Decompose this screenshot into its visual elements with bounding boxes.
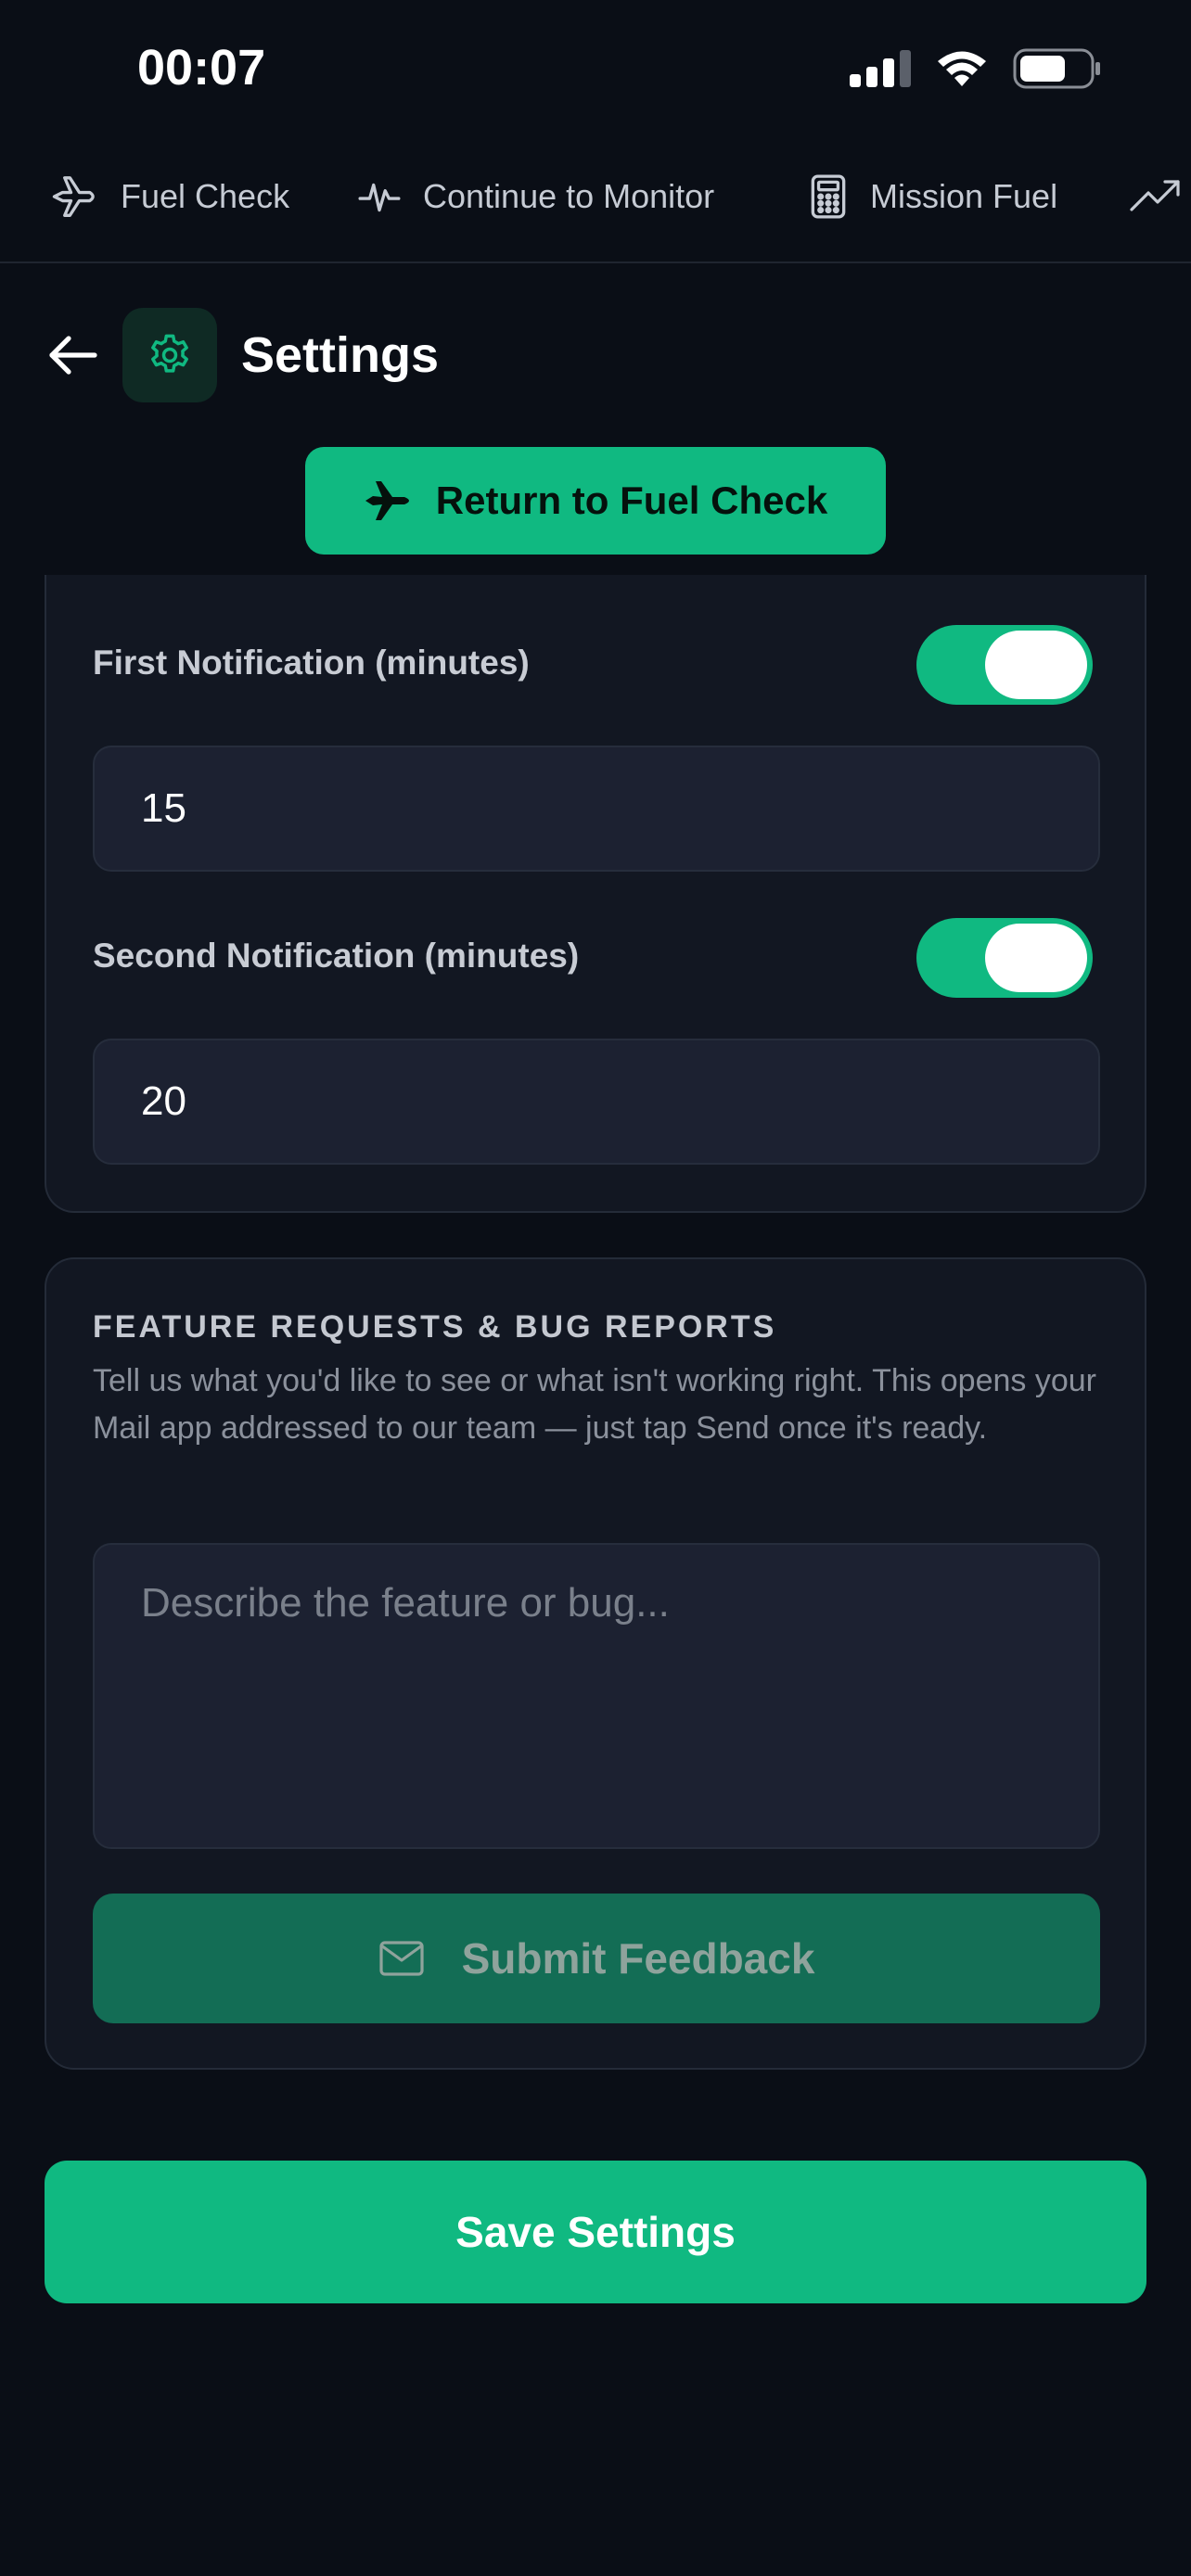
second-notification-label: Second Notification (minutes) — [93, 937, 580, 975]
first-notification-label: First Notification (minutes) — [93, 644, 530, 682]
save-settings-button[interactable]: Save Settings — [45, 2161, 1146, 2303]
trending-up-icon — [1130, 180, 1180, 211]
battery-icon — [1013, 48, 1100, 89]
nav-item-trends[interactable] — [1130, 148, 1182, 245]
toggle-knob — [985, 631, 1087, 699]
status-bar: 00:07 — [0, 0, 1191, 139]
feedback-heading: FEATURE REQUESTS & BUG REPORTS — [93, 1309, 777, 1345]
feedback-card: FEATURE REQUESTS & BUG REPORTS Tell us w… — [45, 1257, 1146, 2070]
signal-icon — [850, 50, 911, 87]
nav-item-label: Fuel Check — [121, 177, 290, 215]
nav-item-fuel-check[interactable]: Fuel Check — [50, 148, 289, 245]
status-time: 00:07 — [137, 40, 266, 96]
page-header: Settings — [0, 306, 1191, 402]
second-notification-toggle[interactable] — [916, 918, 1093, 998]
return-button-label: Return to Fuel Check — [435, 478, 828, 522]
submit-feedback-button[interactable]: Submit Feedback — [93, 1894, 1100, 2023]
wifi-icon — [938, 51, 986, 86]
calculator-icon — [811, 174, 846, 219]
nav-item-label: Continue to Monitor — [423, 177, 715, 215]
nav-item-continue-to-monitor[interactable]: Continue to Monitor — [356, 148, 714, 245]
feedback-textarea[interactable]: Describe the feature or bug... — [93, 1543, 1100, 1849]
notifications-card: First Notification (minutes) 15 Second N… — [45, 575, 1146, 1213]
activity-icon — [358, 183, 401, 212]
plane-icon — [52, 176, 95, 217]
second-notification-input[interactable]: 20 — [93, 1039, 1100, 1165]
mail-icon — [378, 1941, 424, 1976]
gear-icon — [151, 334, 188, 373]
top-nav: Fuel Check Continue to Monitor Mission F… — [0, 148, 1191, 263]
nav-item-mission-fuel[interactable]: Mission Fuel — [807, 148, 1057, 245]
nav-item-label: Mission Fuel — [870, 177, 1058, 215]
return-to-fuel-check-button[interactable]: Return to Fuel Check — [305, 447, 886, 555]
toggle-knob — [985, 924, 1087, 992]
first-notification-input[interactable]: 15 — [93, 746, 1100, 872]
settings-icon-box — [122, 308, 217, 402]
page-title: Settings — [241, 327, 440, 383]
plane-icon — [365, 481, 409, 520]
first-notification-toggle[interactable] — [916, 625, 1093, 705]
feedback-description: Tell us what you'd like to see or what i… — [93, 1363, 1096, 1446]
status-icons — [850, 48, 1102, 89]
back-arrow-icon[interactable] — [46, 332, 98, 378]
submit-feedback-label: Submit Feedback — [461, 1934, 815, 1983]
